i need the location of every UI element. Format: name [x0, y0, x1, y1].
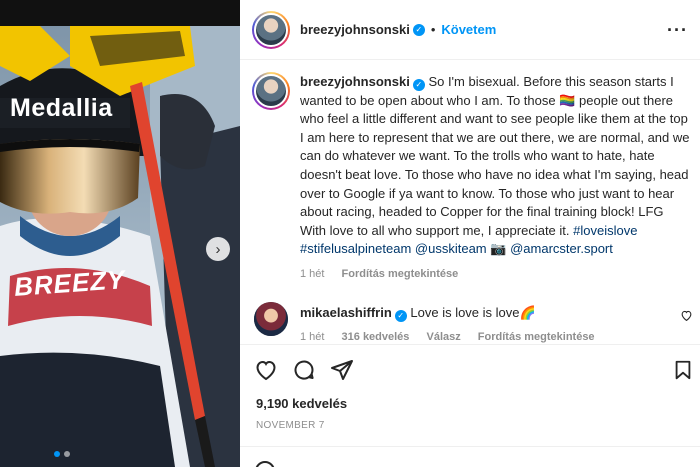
comment: mikaelashiffrin ✓ Love is love is love🌈	[300, 305, 536, 322]
save-bookmark-icon[interactable]	[670, 357, 696, 383]
hashtag-stifelusalpineteam[interactable]: #stifelusalpineteam	[300, 241, 411, 256]
separator-dot: •	[430, 22, 436, 37]
share-send-icon[interactable]	[329, 357, 355, 383]
post-likes-count[interactable]: 9,190 kedvelés	[256, 396, 347, 411]
post-date: NOVEMBER 7	[256, 420, 325, 431]
carousel-dots	[54, 451, 70, 457]
caption-text-part2: people out there who feel a little diffe…	[300, 92, 690, 238]
mention-photographer[interactable]: @amarcster.sport	[510, 241, 613, 256]
camera-emoji: 📷	[490, 241, 507, 257]
caption-meta: 1 hét Fordítás megtekintése	[300, 268, 472, 280]
comment-reply-button[interactable]: Válasz	[426, 331, 460, 343]
caption-username[interactable]: breezyjohnsonski	[300, 74, 410, 89]
add-comment-bar	[240, 446, 700, 467]
caption-avatar[interactable]	[252, 72, 290, 110]
caption-translate-link[interactable]: Fordítás megtekintése	[342, 268, 459, 280]
comment-meta: 1 hét 316 kedvelés Válasz Fordítás megte…	[300, 331, 609, 343]
post-details-panel: breezyjohnsonski ✓ • Követem ··· breezyj…	[240, 0, 700, 467]
comment-time[interactable]: 1 hét	[300, 331, 324, 343]
more-options-icon[interactable]: ···	[667, 20, 688, 41]
verified-badge-icon: ✓	[394, 309, 407, 322]
caption-time[interactable]: 1 hét	[300, 268, 324, 280]
post-header: breezyjohnsonski ✓ • Követem ···	[240, 0, 700, 60]
comment-likes[interactable]: 316 kedvelés	[342, 331, 410, 343]
commenter-username[interactable]: mikaelashiffrin	[300, 305, 392, 320]
chevron-right-icon: ›	[215, 240, 221, 258]
comment-like-heart-icon[interactable]	[680, 309, 694, 323]
post-actions	[240, 344, 700, 394]
commenter-avatar[interactable]	[254, 302, 288, 336]
mention-usskiteam[interactable]: @usskiteam	[415, 241, 487, 256]
post-photo	[0, 26, 240, 467]
comment-text: Love is love is love	[410, 305, 520, 320]
media-top-bar	[0, 0, 240, 26]
comment-translate-link[interactable]: Fordítás megtekintése	[478, 331, 595, 343]
post-media[interactable]: Medallia BREEZY ›	[0, 0, 240, 467]
author-username[interactable]: breezyjohnsonski	[300, 22, 410, 37]
next-image-button[interactable]: ›	[206, 237, 230, 261]
follow-button[interactable]: Követem	[441, 22, 496, 37]
emoji-picker-icon[interactable]	[255, 461, 275, 467]
comment-bubble-icon[interactable]	[291, 357, 317, 383]
verified-badge-icon: ✓	[412, 79, 425, 92]
rainbow-flag-emoji: 🏳️‍🌈	[559, 92, 576, 108]
carousel-dot	[64, 451, 70, 457]
carousel-dot-active	[54, 451, 60, 457]
author-avatar[interactable]	[252, 11, 290, 49]
verified-badge-icon: ✓	[412, 23, 425, 36]
post-caption: breezyjohnsonski ✓ So I'm bisexual. Befor…	[300, 73, 692, 259]
hashtag-loveislove[interactable]: #loveislove	[573, 223, 637, 238]
helmet-logo-text: Medallia	[10, 94, 113, 122]
like-heart-icon[interactable]	[253, 357, 279, 383]
rainbow-emoji: 🌈	[519, 305, 536, 320]
